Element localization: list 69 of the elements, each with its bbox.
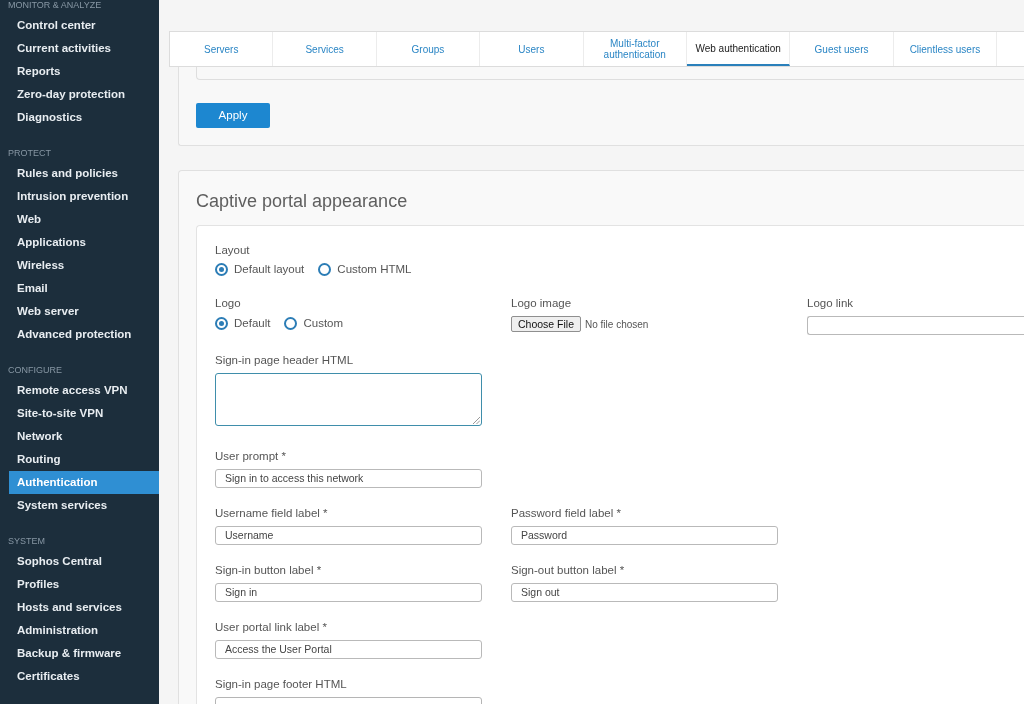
radio-label: Custom HTML xyxy=(337,262,412,276)
nav-item[interactable]: Applications xyxy=(9,231,159,254)
field-label: User prompt * xyxy=(215,449,287,463)
tab[interactable]: Multi-factor authentication xyxy=(583,32,687,66)
nav-item[interactable]: Wireless xyxy=(9,254,159,277)
text-field[interactable]: Password xyxy=(511,526,778,545)
tab[interactable]: Services xyxy=(273,32,377,66)
nav-item[interactable]: Certificates xyxy=(9,665,159,688)
nav-item[interactable]: Backup & firmware xyxy=(9,642,159,665)
nav-item[interactable]: Current activities xyxy=(9,37,159,60)
text-field[interactable]: Access the User Portal xyxy=(215,640,482,659)
nav-item[interactable]: Diagnostics xyxy=(9,106,159,129)
field-label: User portal link label * xyxy=(215,620,328,634)
nav-item[interactable]: Control center xyxy=(9,14,159,37)
nav-item[interactable]: Site-to-site VPN xyxy=(9,402,159,425)
nav-item[interactable]: Profiles xyxy=(9,573,159,596)
tab[interactable]: Servers xyxy=(170,32,274,66)
tab[interactable]: Clientless users xyxy=(893,32,998,66)
field-label: Sign-in page footer HTML xyxy=(215,677,348,691)
nav-item[interactable]: Routing xyxy=(9,448,159,471)
resize-grip-icon[interactable] xyxy=(473,417,480,424)
nav-item[interactable]: Advanced protection xyxy=(9,323,159,346)
section-title: Captive portal appearance xyxy=(196,190,409,212)
choose-file-button[interactable]: Choose File xyxy=(511,316,582,332)
nav-item[interactable]: Administration xyxy=(9,619,159,642)
nav-item[interactable]: Authentication xyxy=(9,471,159,494)
field-label: Logo xyxy=(215,296,242,310)
nav-item[interactable]: Sophos Central xyxy=(9,550,159,573)
section-heading: MONITOR & ANALYZE xyxy=(7,0,103,12)
field-label: Logo image xyxy=(511,296,573,310)
field-label: Sign-in page header HTML xyxy=(215,353,355,367)
apply-button[interactable]: Apply xyxy=(196,103,270,128)
nav-item[interactable]: System services xyxy=(9,494,159,517)
tab[interactable]: Groups xyxy=(376,32,481,66)
field-label: Layout xyxy=(215,243,251,257)
logo-link-field[interactable] xyxy=(807,316,1024,335)
nav-item[interactable]: Web server xyxy=(9,300,159,323)
radio-button[interactable] xyxy=(284,316,298,330)
field-label: Username field label * xyxy=(215,506,329,520)
radio-label: Default xyxy=(234,316,271,330)
field-label: Password field label * xyxy=(511,506,622,520)
section-heading: CONFIGURE xyxy=(7,364,63,377)
nav-item[interactable]: Web xyxy=(9,208,159,231)
tab[interactable]: Guest users xyxy=(790,32,894,66)
nav-item[interactable]: Zero-day protection xyxy=(9,83,159,106)
file-status-text: No file chosen xyxy=(585,317,649,332)
field-label: Sign-out button label * xyxy=(511,563,626,577)
nav-item[interactable]: Hosts and services xyxy=(9,596,159,619)
radio-button[interactable] xyxy=(215,262,228,276)
text-field[interactable]: Sign in to access this network xyxy=(215,469,482,488)
text-field[interactable]: Sign out xyxy=(511,583,778,602)
nav-item[interactable]: Remote access VPN xyxy=(9,379,159,402)
radio-label: Custom xyxy=(303,316,344,330)
radio-button[interactable] xyxy=(318,262,332,276)
html-textarea[interactable] xyxy=(215,373,482,426)
radio-label: Default layout xyxy=(234,262,305,276)
text-field[interactable]: Username xyxy=(215,526,482,545)
nav-item[interactable]: Email xyxy=(9,277,159,300)
nav-item[interactable]: Rules and policies xyxy=(9,162,159,185)
text-field[interactable]: Sign in xyxy=(215,583,482,602)
nav-item[interactable]: Network xyxy=(9,425,159,448)
nav-item[interactable]: Intrusion prevention xyxy=(9,185,159,208)
nav-item[interactable]: Reports xyxy=(9,60,159,83)
field-label: Sign-in button label * xyxy=(215,563,323,577)
tab[interactable]: Users xyxy=(480,32,584,66)
field-label: Logo link xyxy=(807,296,855,310)
radio-button[interactable] xyxy=(215,316,228,330)
section-heading: PROTECT xyxy=(7,147,52,160)
section-heading: SYSTEM xyxy=(7,535,46,548)
